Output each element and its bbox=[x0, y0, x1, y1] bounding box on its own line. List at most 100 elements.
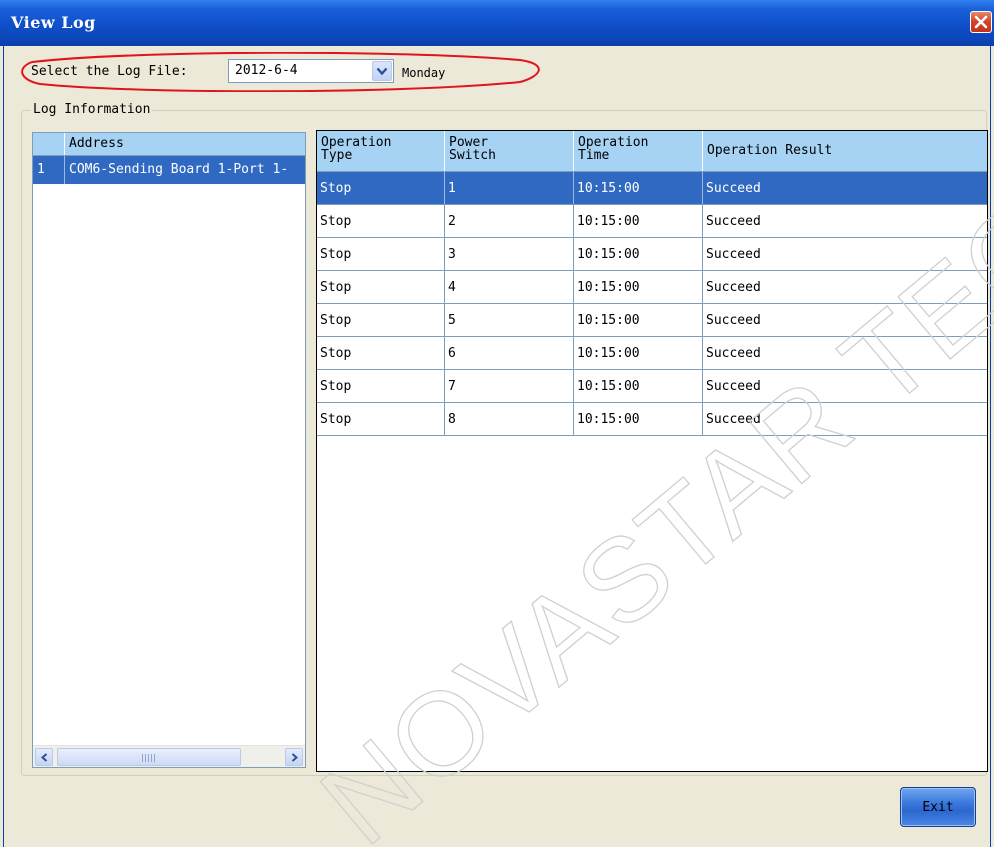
cell-text: 1 bbox=[448, 181, 456, 196]
chevron-right-icon bbox=[291, 753, 298, 762]
cell-operation-type[interactable]: Stop bbox=[317, 403, 445, 435]
cell-text: 10:15:00 bbox=[577, 247, 640, 262]
exit-button[interactable]: Exit bbox=[900, 787, 976, 827]
cell-operation-type[interactable]: Stop bbox=[317, 238, 445, 270]
cell-operation-time[interactable]: 10:15:00 bbox=[574, 271, 703, 303]
log-information-title: Log Information bbox=[31, 102, 153, 117]
cell-text: 10:15:00 bbox=[577, 214, 640, 229]
highlight-annotation bbox=[21, 52, 540, 92]
cell-power-switch[interactable]: 5 bbox=[445, 304, 574, 336]
cell-operation-time[interactable]: 10:15:00 bbox=[574, 172, 703, 204]
cell-text: Stop bbox=[320, 280, 352, 295]
cell-operation-result[interactable]: Succeed bbox=[703, 370, 987, 402]
cell-text: Succeed bbox=[706, 247, 761, 262]
column-header-label: Power Switch bbox=[449, 135, 496, 163]
cell-text: 10:15:00 bbox=[577, 412, 640, 427]
cell-operation-result[interactable]: Succeed bbox=[703, 205, 987, 237]
scrollbar-grip bbox=[142, 754, 156, 762]
cell-operation-type[interactable]: Stop bbox=[317, 271, 445, 303]
cell-text: 3 bbox=[448, 247, 456, 262]
cell-text: Succeed bbox=[706, 379, 761, 394]
cell-text: 10:15:00 bbox=[577, 313, 640, 328]
operation-table-row[interactable]: Stop 6 10:15:00 Succeed bbox=[317, 337, 987, 370]
operation-table-header: Operation Type Power Switch Operation Ti… bbox=[317, 131, 987, 172]
address-list[interactable]: Address 1 COM6-Sending Board 1-Port 1- bbox=[32, 132, 306, 768]
exit-button-label: Exit bbox=[922, 800, 954, 815]
operation-table-row[interactable]: Stop 8 10:15:00 Succeed bbox=[317, 403, 987, 436]
cell-text: Stop bbox=[320, 346, 352, 361]
cell-operation-time[interactable]: 10:15:00 bbox=[574, 337, 703, 369]
column-header-operation-type[interactable]: Operation Type bbox=[317, 131, 445, 171]
cell-text: Stop bbox=[320, 379, 352, 394]
column-header-label: Operation Time bbox=[578, 135, 649, 163]
scrollbar-thumb[interactable] bbox=[57, 748, 241, 766]
close-icon bbox=[974, 15, 988, 29]
address-column-header[interactable]: Address bbox=[69, 136, 124, 151]
column-header-label: Operation Type bbox=[321, 135, 392, 163]
cell-text: 10:15:00 bbox=[577, 346, 640, 361]
cell-text: 10:15:00 bbox=[577, 181, 640, 196]
address-list-horizontal-scrollbar[interactable] bbox=[33, 745, 305, 767]
operation-table-row[interactable]: Stop 4 10:15:00 Succeed bbox=[317, 271, 987, 304]
cell-power-switch[interactable]: 1 bbox=[445, 172, 574, 204]
cell-operation-type[interactable]: Stop bbox=[317, 304, 445, 336]
cell-text: Stop bbox=[320, 181, 352, 196]
cell-operation-time[interactable]: 10:15:00 bbox=[574, 304, 703, 336]
cell-power-switch[interactable]: 6 bbox=[445, 337, 574, 369]
operation-table-row[interactable]: Stop 3 10:15:00 Succeed bbox=[317, 238, 987, 271]
column-header-operation-time[interactable]: Operation Time bbox=[574, 131, 703, 171]
scroll-right-button[interactable] bbox=[285, 748, 303, 766]
cell-operation-time[interactable]: 10:15:00 bbox=[574, 370, 703, 402]
window-title: View Log bbox=[11, 13, 96, 32]
cell-operation-type[interactable]: Stop bbox=[317, 172, 445, 204]
operation-table-row[interactable]: Stop 5 10:15:00 Succeed bbox=[317, 304, 987, 337]
cell-text: 6 bbox=[448, 346, 456, 361]
cell-text: Stop bbox=[320, 313, 352, 328]
cell-operation-result[interactable]: Succeed bbox=[703, 238, 987, 270]
scroll-left-button[interactable] bbox=[35, 748, 53, 766]
chevron-left-icon bbox=[41, 753, 48, 762]
cell-text: Succeed bbox=[706, 181, 761, 196]
cell-operation-result[interactable]: Succeed bbox=[703, 271, 987, 303]
cell-operation-type[interactable]: Stop bbox=[317, 370, 445, 402]
address-list-header: Address bbox=[33, 133, 305, 156]
operation-table-row[interactable]: Stop 1 10:15:00 Succeed bbox=[317, 172, 987, 205]
column-header-operation-result[interactable]: Operation Result bbox=[703, 131, 987, 171]
cell-text: 7 bbox=[448, 379, 456, 394]
cell-text: Succeed bbox=[706, 313, 761, 328]
address-row[interactable]: 1 COM6-Sending Board 1-Port 1- bbox=[33, 156, 305, 184]
operation-table-row[interactable]: Stop 2 10:15:00 Succeed bbox=[317, 205, 987, 238]
cell-text: 10:15:00 bbox=[577, 379, 640, 394]
cell-operation-type[interactable]: Stop bbox=[317, 205, 445, 237]
close-button[interactable] bbox=[970, 11, 992, 33]
cell-power-switch[interactable]: 2 bbox=[445, 205, 574, 237]
cell-operation-type[interactable]: Stop bbox=[317, 337, 445, 369]
cell-power-switch[interactable]: 8 bbox=[445, 403, 574, 435]
cell-text: Succeed bbox=[706, 280, 761, 295]
view-log-window: View Log Select the Log File: 2012-6-4 M… bbox=[0, 0, 994, 847]
column-header-power-switch[interactable]: Power Switch bbox=[445, 131, 574, 171]
operation-table-row[interactable]: Stop 7 10:15:00 Succeed bbox=[317, 370, 987, 403]
cell-operation-result[interactable]: Succeed bbox=[703, 304, 987, 336]
cell-text: 5 bbox=[448, 313, 456, 328]
cell-operation-result[interactable]: Succeed bbox=[703, 172, 987, 204]
cell-operation-result[interactable]: Succeed bbox=[703, 337, 987, 369]
cell-text: Stop bbox=[320, 247, 352, 262]
title-bar[interactable]: View Log bbox=[0, 0, 994, 46]
cell-operation-time[interactable]: 10:15:00 bbox=[574, 205, 703, 237]
operation-log-table[interactable]: Operation Type Power Switch Operation Ti… bbox=[316, 130, 988, 772]
cell-text: Stop bbox=[320, 412, 352, 427]
cell-text: 8 bbox=[448, 412, 456, 427]
cell-operation-time[interactable]: 10:15:00 bbox=[574, 403, 703, 435]
cell-power-switch[interactable]: 4 bbox=[445, 271, 574, 303]
cell-text: Succeed bbox=[706, 346, 761, 361]
cell-text: 10:15:00 bbox=[577, 280, 640, 295]
cell-operation-result[interactable]: Succeed bbox=[703, 403, 987, 435]
cell-text: 2 bbox=[448, 214, 456, 229]
cell-power-switch[interactable]: 3 bbox=[445, 238, 574, 270]
row-number-header bbox=[33, 133, 65, 155]
column-header-label: Operation Result bbox=[707, 143, 833, 158]
address-row-number: 1 bbox=[37, 162, 45, 177]
cell-operation-time[interactable]: 10:15:00 bbox=[574, 238, 703, 270]
cell-power-switch[interactable]: 7 bbox=[445, 370, 574, 402]
